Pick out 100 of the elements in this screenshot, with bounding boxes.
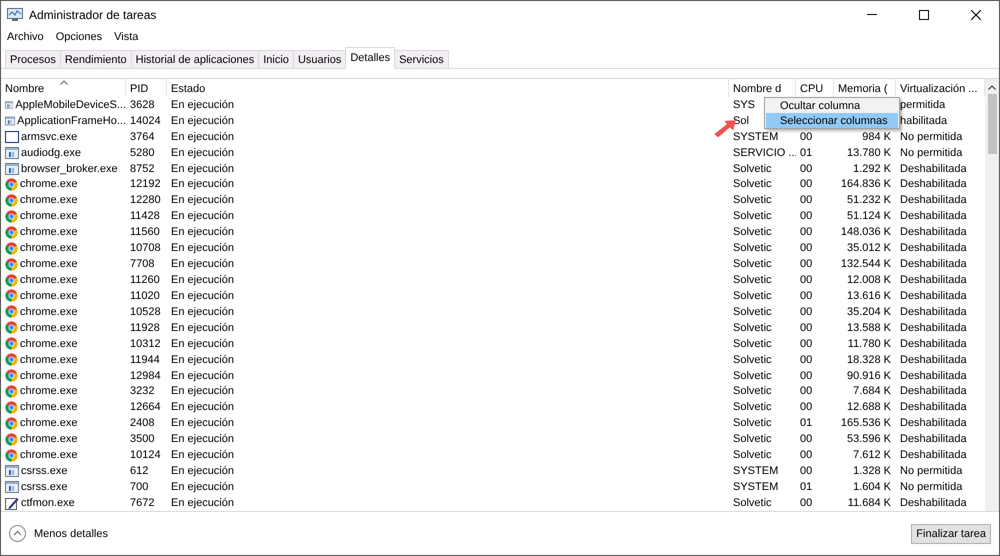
table-cell: csrss.exe [21, 481, 68, 493]
table-cell: 00 [800, 306, 812, 318]
tab[interactable]: Detalles [345, 47, 396, 69]
table-cell: 00 [800, 322, 812, 334]
table-cell: Deshabilitada [900, 178, 967, 190]
table-cell: chrome.exe [20, 178, 78, 190]
table-cell: 11944 [130, 354, 160, 366]
context-menu-item[interactable]: Ocultar columna [766, 98, 898, 113]
table-cell: 1.328 K [853, 465, 891, 478]
tab[interactable]: Inicio [258, 50, 294, 68]
table-cell: 132.544 K [840, 258, 891, 270]
table-cell: 10312 [130, 338, 161, 350]
column-header[interactable]: Estado [167, 79, 729, 97]
minimize-icon [867, 14, 877, 15]
table-cell: En ejecución [171, 354, 234, 366]
table-cell: chrome.exe [20, 322, 78, 334]
table-cell: Deshabilitada [900, 322, 967, 334]
table-cell: 13.588 K [846, 322, 891, 334]
tab[interactable]: Procesos [5, 50, 61, 68]
table-cell: 7708 [130, 258, 154, 270]
chrome-icon [5, 194, 18, 207]
table-cell: Deshabilitada [900, 290, 967, 302]
menu-item[interactable]: Vista [114, 31, 138, 43]
table-cell: 148.036 K [840, 226, 891, 238]
table-cell: 8752 [130, 162, 154, 175]
table-cell: 51.124 K [846, 210, 891, 222]
column-header[interactable]: Nombre [1, 79, 126, 97]
table-cell: 12984 [130, 370, 161, 382]
table-cell: 10708 [130, 242, 161, 254]
table-cell: 00 [800, 290, 812, 302]
chrome-icon [5, 369, 18, 382]
sort-caret-icon [60, 80, 68, 85]
tab[interactable]: Rendimiento [60, 50, 132, 68]
monitor-icon [7, 8, 23, 22]
table-cell: Deshabilitada [900, 258, 967, 270]
table-cell: 12280 [130, 194, 161, 206]
table-cell: 11020 [130, 290, 160, 302]
scroll-thumb[interactable] [988, 94, 996, 154]
less-details-toggle[interactable]: Menos detalles [9, 525, 108, 542]
table-cell: Solvetic [733, 338, 772, 350]
table-cell: Solvetic [733, 306, 772, 318]
window-icon [5, 130, 19, 143]
table-cell: 00 [800, 370, 812, 382]
table-cell: AppleMobileDeviceS... [15, 98, 126, 111]
column-header[interactable]: PID [126, 79, 167, 97]
chrome-icon [5, 432, 18, 446]
table-cell: Deshabilitada [900, 417, 967, 430]
table-cell: 10124 [130, 449, 161, 462]
table-cell: 00 [800, 465, 812, 478]
table-cell: Solvetic [733, 290, 772, 302]
table-cell: Solvetic [733, 242, 772, 254]
table-cell: En ejecución [171, 322, 234, 334]
table-cell: SYSTEM [733, 130, 778, 143]
table-cell: 10528 [130, 306, 161, 318]
scrollbar[interactable] [985, 79, 999, 511]
context-menu-item[interactable]: Seleccionar columnas [766, 113, 898, 128]
chrome-icon [5, 416, 18, 430]
table-cell: Solvetic [733, 449, 772, 462]
table-cell: Solvetic [733, 385, 772, 398]
table-cell: 612 [130, 465, 148, 478]
table-cell: 11560 [130, 226, 160, 238]
table-cell: 00 [800, 226, 812, 238]
table-cell: Deshabilitada [900, 306, 967, 318]
table-cell: 01 [800, 146, 812, 159]
table-cell: chrome.exe [20, 242, 78, 254]
table-cell: 00 [800, 194, 812, 206]
table-cell: En ejecución [171, 338, 234, 350]
table-cell: 00 [800, 210, 812, 222]
table-cell: En ejecución [171, 210, 234, 222]
app-window-icon [5, 465, 19, 478]
chrome-icon [5, 226, 18, 239]
chrome-icon [5, 448, 18, 462]
end-task-button[interactable]: Finalizar tarea [911, 524, 991, 544]
table-cell: Deshabilitada [900, 496, 967, 509]
table-cell: Solvetic [733, 162, 772, 175]
tab[interactable]: Usuarios [292, 50, 346, 68]
table-cell: Solvetic [733, 258, 772, 270]
app-window-icon [5, 98, 14, 111]
tab[interactable]: Servicios [394, 50, 449, 68]
table-cell: 164.836 K [840, 178, 891, 190]
table-cell: Deshabilitada [900, 226, 967, 238]
table-cell: 984 K [862, 130, 891, 143]
table-cell: 13.616 K [846, 290, 891, 302]
table-cell: Deshabilitada [900, 338, 967, 350]
table-cell: ApplicationFrameHo... [17, 114, 126, 127]
table-cell: SYS [733, 98, 756, 111]
table-cell: 00 [800, 274, 812, 286]
tab[interactable]: Historial de aplicaciones [130, 50, 260, 68]
table-cell: 12.008 K [846, 274, 891, 286]
table-cell: En ejecución [171, 433, 234, 446]
table-cell: En ejecución [171, 306, 234, 318]
table-cell: En ejecución [171, 178, 234, 190]
table-cell: No permitida [900, 146, 962, 159]
table-cell: SYSTEM [733, 481, 778, 493]
menu-item[interactable]: Opciones [56, 31, 102, 43]
table-cell: Solvetic [733, 417, 772, 430]
table-cell: 3764 [130, 130, 154, 143]
menu-item[interactable]: Archivo [7, 31, 44, 43]
chrome-icon [5, 400, 18, 414]
pen-icon [5, 496, 19, 510]
